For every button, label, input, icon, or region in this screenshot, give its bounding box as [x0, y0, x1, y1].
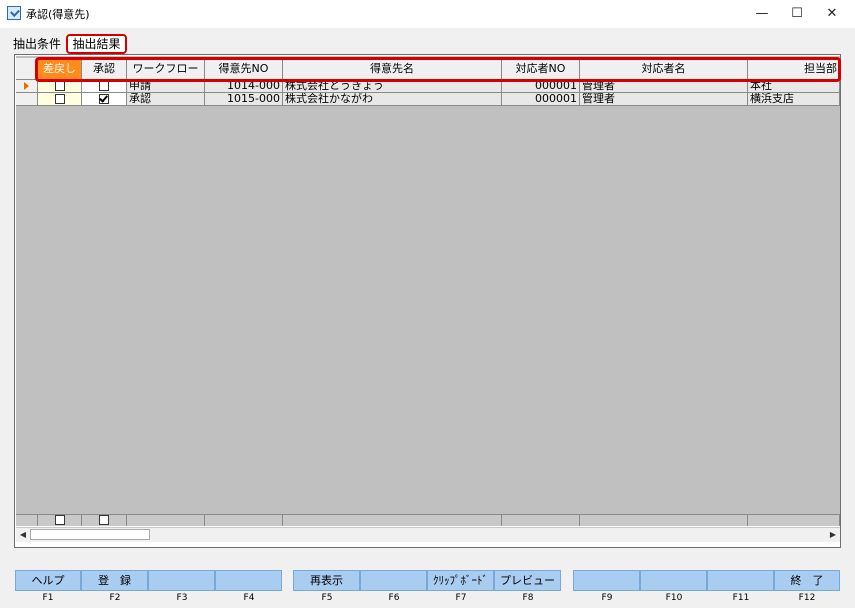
scroll-left-icon[interactable]: ◀ [17, 530, 29, 540]
approve-checkbox-cell[interactable] [82, 93, 127, 106]
f12-key-label: F12 [798, 593, 816, 603]
f3-button[interactable] [148, 570, 215, 591]
f7-key-label: F7 [455, 593, 467, 603]
footer-sendback-cell[interactable] [38, 514, 82, 526]
f2-register-button[interactable]: 登 録 [81, 570, 148, 591]
footer-cell [502, 514, 580, 526]
dept-cell[interactable]: 横浜支店 [748, 93, 840, 106]
f11-key-label: F11 [732, 593, 750, 603]
results-grid[interactable]: 差戻し 承認 ワークフロー 得意先NO 得意先名 対応者NO 対応者名 担当部 … [16, 56, 840, 514]
close-button[interactable]: ✕ [809, 0, 855, 28]
footer-cell [748, 514, 840, 526]
customer-no-cell[interactable]: 1015-000 [205, 93, 283, 106]
footer-approve-checkbox[interactable] [99, 515, 109, 525]
f6-key-label: F6 [388, 593, 400, 603]
f1-help-button[interactable]: ヘルプ [15, 570, 81, 591]
footer-cell [283, 514, 502, 526]
approve-checkbox[interactable] [99, 81, 109, 91]
sendback-checkbox[interactable] [54, 81, 65, 91]
scroll-right-icon[interactable]: ▶ [827, 530, 839, 540]
tab-extract-conditions[interactable]: 抽出条件 [13, 35, 61, 53]
f4-key-label: F4 [243, 593, 255, 603]
app-icon [7, 6, 21, 20]
f8-preview-button[interactable]: プレビュー [494, 570, 561, 591]
footer-cell [205, 514, 283, 526]
f7-clipboard-button[interactable]: ｸﾘｯﾌﾟﾎﾞｰﾄﾞ [427, 570, 494, 591]
approve-checkbox-checked[interactable] [99, 94, 109, 104]
f5-refresh-button[interactable]: 再表示 [293, 570, 360, 591]
f10-button[interactable] [640, 570, 707, 591]
sendback-checkbox[interactable] [54, 94, 65, 104]
f2-key-label: F2 [109, 593, 121, 603]
scroll-thumb[interactable] [30, 529, 150, 540]
workflow-cell[interactable]: 承認 [127, 93, 205, 106]
column-header-highlight [35, 57, 841, 82]
f6-button[interactable] [360, 570, 427, 591]
handler-no-cell[interactable]: 000001 [502, 93, 580, 106]
f9-button[interactable] [573, 570, 640, 591]
footer-sendback-checkbox[interactable] [54, 515, 65, 525]
title-bar: 承認(得意先) — ☐ ✕ [0, 0, 855, 28]
f10-key-label: F10 [665, 593, 683, 603]
footer-approve-cell[interactable] [82, 514, 127, 526]
f8-key-label: F8 [522, 593, 534, 603]
row-indicator[interactable] [16, 93, 38, 106]
f4-button[interactable] [215, 570, 282, 591]
f12-exit-button[interactable]: 終 了 [774, 570, 840, 591]
f1-key-label: F1 [42, 593, 54, 603]
window-title: 承認(得意先) [26, 8, 90, 21]
footer-row-head [16, 514, 38, 526]
footer-cell [580, 514, 748, 526]
f5-key-label: F5 [321, 593, 333, 603]
row-indicator[interactable] [16, 80, 38, 93]
sendback-checkbox-cell[interactable] [38, 93, 82, 106]
f9-key-label: F9 [601, 593, 613, 603]
handler-name-cell[interactable]: 管理者 [580, 93, 748, 106]
horizontal-scrollbar[interactable]: ◀ ▶ [16, 527, 840, 542]
tab-extract-results[interactable]: 抽出結果 [66, 34, 127, 54]
footer-cell [127, 514, 205, 526]
f11-button[interactable] [707, 570, 774, 591]
f3-key-label: F3 [176, 593, 188, 603]
current-row-arrow-icon [24, 82, 29, 90]
customer-name-cell[interactable]: 株式会社かながわ [283, 93, 502, 106]
